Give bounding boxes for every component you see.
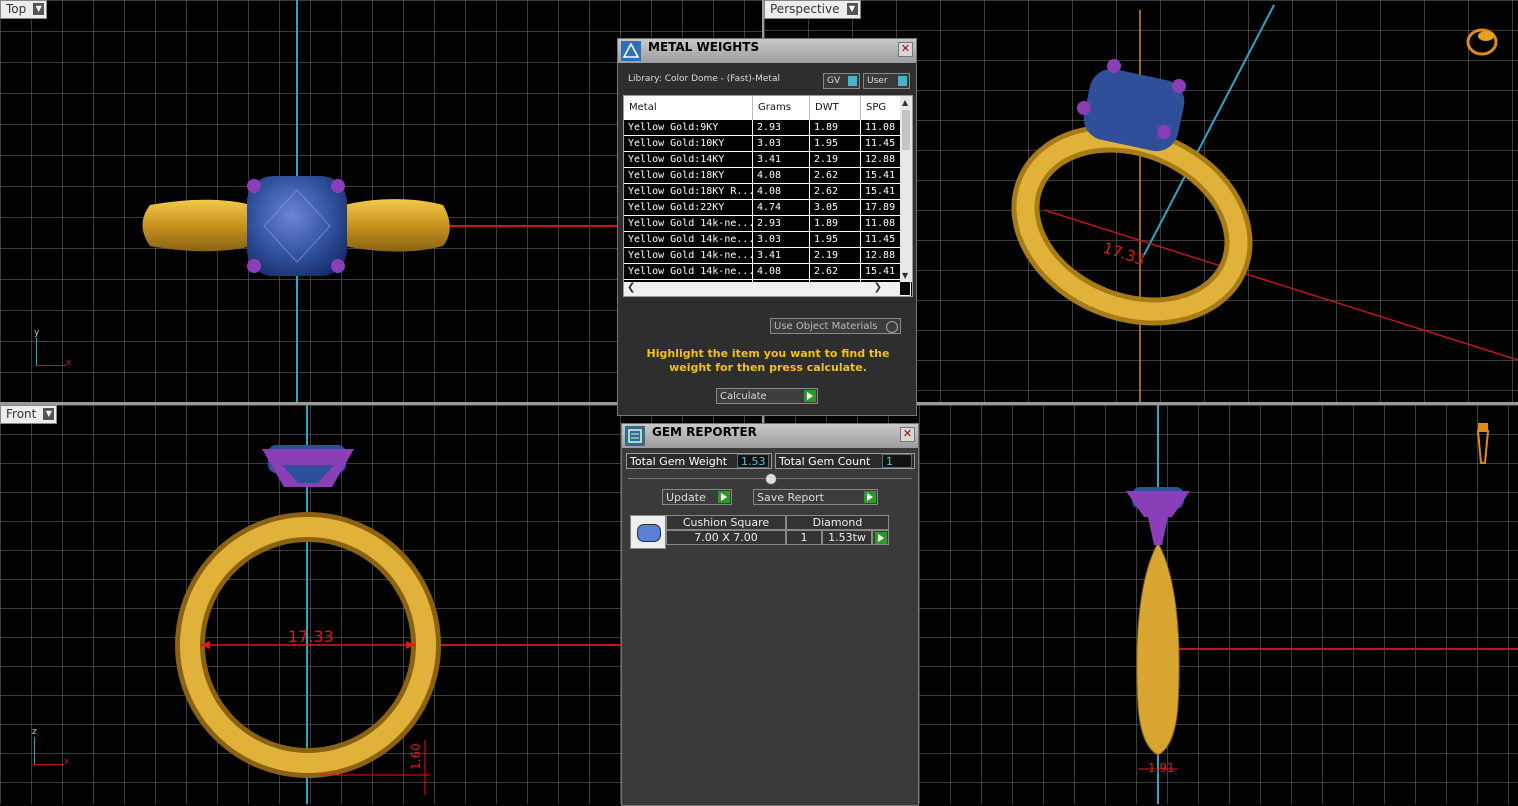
table-header: Metal Grams DWT SPG [624,96,911,120]
gem-weight: 1.53tw [822,530,872,545]
nav-tool-icon [1476,423,1490,464]
table-cell: 2.62 [810,264,861,280]
table-row[interactable]: Yellow Gold:9KY 2.93 1.89 11.08 [624,120,911,136]
table-row[interactable]: Yellow Gold:10KY 3.03 1.95 11.45 [624,136,911,152]
table-row[interactable]: Yellow Gold 14k-ne...4.082.6215.41 [624,264,911,280]
axis-indicator: y x [34,328,72,368]
table-cell: Yellow Gold:18KY R... [624,184,753,200]
gem-reporter-panel: GEM REPORTER ✕ Total Gem Weight 1.53 Tot… [621,423,919,806]
column-header-dwt[interactable]: DWT [810,96,861,120]
chevron-down-icon[interactable]: ▼ [43,408,55,420]
svg-text:1.91: 1.91 [1148,761,1175,775]
ring-nav-icon [1466,28,1498,56]
gem-size: 7.00 X 7.00 [666,530,786,545]
table-cell: 2.19 [810,152,861,168]
play-icon [804,390,816,402]
table-cell: Yellow Gold:14KY [624,152,753,168]
svg-text:1.60: 1.60 [409,743,423,770]
table-row[interactable]: Yellow Gold:22KY 4.74 3.05 17.89 [624,200,911,216]
table-cell: Yellow Gold 14k-ne... [624,216,753,232]
table-cell: 4.74 [753,200,810,216]
update-button[interactable]: Update [662,489,732,505]
table-row[interactable]: Yellow Gold:18KY 4.08 2.62 15.41 [624,168,911,184]
table-cell: 2.19 [810,248,861,264]
table-cell: 2.62 [810,184,861,200]
viewport-label-top[interactable]: Top ▼ [0,0,48,19]
close-icon[interactable]: ✕ [900,427,915,442]
close-icon[interactable]: ✕ [898,42,913,57]
table-row[interactable]: Yellow Gold 14k-ne... 2.93 1.89 11.08 [624,216,911,232]
scroll-down-icon: ▼ [902,271,909,280]
scroll-left-icon: ❮ [627,282,636,293]
table-cell: 2.93 [753,216,810,232]
table-cell: Yellow Gold:18KY [624,168,753,184]
table-cell: Yellow Gold:9KY [624,120,753,136]
table-cell: 4.08 [753,264,810,280]
table-cell: 3.03 [753,136,810,152]
cushion-gem-icon [630,515,666,549]
table-cell: Yellow Gold 14k-ne... [624,264,753,280]
play-icon [864,491,876,503]
table-row[interactable]: Yellow Gold 14k-ne... 3.03 1.95 11.45 [624,232,911,248]
chevron-down-icon[interactable]: ▼ [33,3,45,15]
scroll-right-icon: ❯ [873,282,882,293]
table-cell: 3.03 [753,232,810,248]
gem-row[interactable]: Cushion Square Diamond 7.00 X 7.00 1 1.5… [630,515,890,549]
metal-table[interactable]: Metal Grams DWT SPG Yellow Gold:9KY 2.93 1… [623,95,913,297]
total-gem-count-value: 1 [882,454,912,468]
viewport-label-perspective[interactable]: Perspective ▼ [764,0,861,19]
table-cell: 2.62 [810,168,861,184]
table-row[interactable]: Yellow Gold:14KY 3.41 2.19 12.88 [624,152,911,168]
table-cell: Yellow Gold 14k-ne... [624,248,753,264]
panel-title: METAL WEIGHTS [648,40,760,54]
chevron-down-icon[interactable]: ▼ [846,3,858,15]
metal-weights-titlebar[interactable]: METAL WEIGHTS ✕ [618,39,916,63]
toggle-gv[interactable]: GV [823,73,860,89]
table-cell: 4.08 [753,184,810,200]
use-object-materials-toggle[interactable]: Use Object Materials [770,318,901,334]
table-cell: 1.95 [810,232,861,248]
gem-report-icon [625,426,645,446]
panel-title: GEM REPORTER [652,425,757,439]
table-cell: 1.89 [810,120,861,136]
gem-list-area [626,512,914,800]
table-cell: Yellow Gold:22KY [624,200,753,216]
save-report-button[interactable]: Save Report [753,489,878,505]
column-header-metal[interactable]: Metal [624,96,753,120]
gem-count: 1 [786,530,822,545]
total-gem-weight-value: 1.53 [737,454,769,468]
table-cell: 1.95 [810,136,861,152]
table-cell: Yellow Gold 14k-ne... [624,232,753,248]
table-row[interactable]: Yellow Gold:18KY R... 4.08 2.62 15.41 [624,184,911,200]
gem-reporter-titlebar[interactable]: GEM REPORTER ✕ [622,424,918,448]
table-cell: 3.05 [810,200,861,216]
table-cell: 3.41 [753,248,810,264]
svg-text:17.33: 17.33 [288,627,334,646]
play-icon [875,532,887,544]
splitter-handle-icon[interactable] [765,473,777,485]
calculate-button[interactable]: Calculate [716,388,818,404]
library-label: Library: Color Dome - (Fast)-Metal [628,74,780,84]
toggle-user[interactable]: User [863,73,910,89]
table-row[interactable]: Yellow Gold 14k-ne... 3.41 2.19 12.88 [624,248,911,264]
table-cell: 1.89 [810,216,861,232]
table-cell: 2.93 [753,120,810,136]
gem-shape: Cushion Square [666,515,786,530]
gem-type: Diamond [786,515,889,530]
table-cell: 3.41 [753,152,810,168]
axis-indicator: z x [32,727,70,767]
vertical-scrollbar[interactable]: ▲ ▼ [900,96,912,282]
column-header-grams[interactable]: Grams [753,96,810,120]
viewport-label-front[interactable]: Front ▼ [0,405,58,424]
table-cell: 4.08 [753,168,810,184]
gem-detail-button[interactable] [872,530,889,545]
play-icon [718,491,730,503]
scroll-up-icon: ▲ [902,98,909,107]
scale-icon [621,41,641,61]
instruction-message: Highlight the item you want to find the … [646,347,890,374]
table-cell: Yellow Gold:10KY [624,136,753,152]
metal-weights-panel: METAL WEIGHTS ✕ Library: Color Dome - (F… [617,38,917,416]
radio-icon [886,321,898,333]
horizontal-scrollbar[interactable]: ❮ ❯ [624,282,900,296]
